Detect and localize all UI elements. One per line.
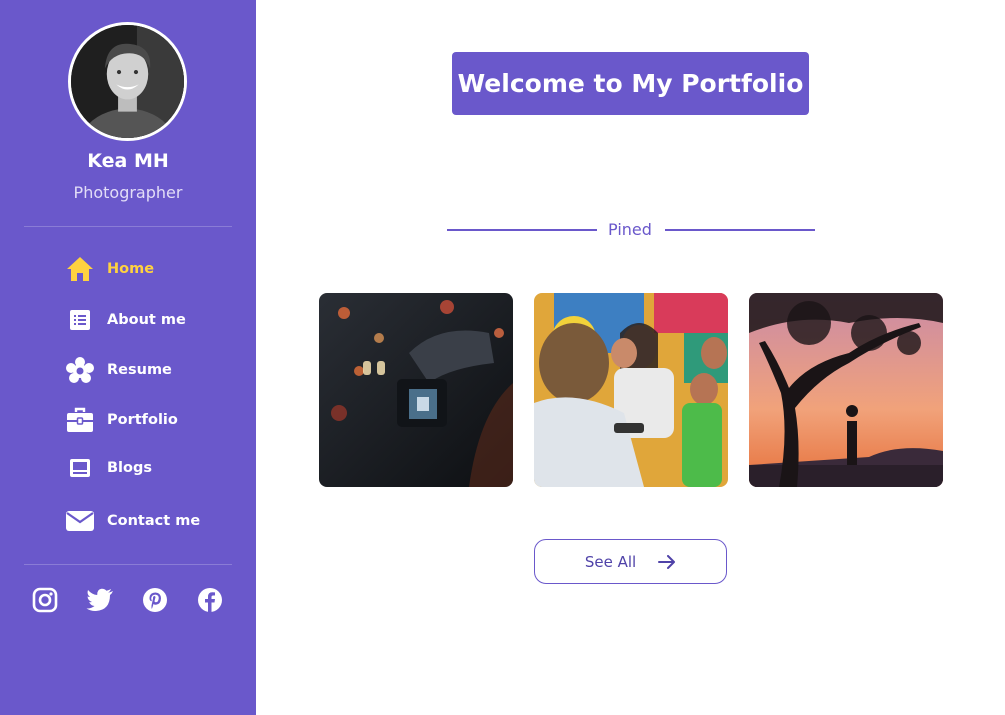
facebook-icon[interactable] [195, 585, 225, 615]
list-icon [64, 306, 96, 334]
camera-photo[interactable] [319, 293, 513, 487]
sidebar-item-portfolio[interactable]: Portfolio [64, 405, 178, 435]
see-all-button[interactable]: See All [534, 539, 727, 584]
home-icon [64, 255, 96, 283]
see-all-label: See All [584, 552, 637, 571]
twitter-icon[interactable] [85, 585, 115, 615]
sidebar: Kea MH Photographer Home About me Resume [0, 0, 256, 715]
sidebar-divider [24, 226, 232, 227]
sunset-tree-photo[interactable] [749, 293, 943, 487]
profile-name: Kea MH [87, 150, 169, 172]
sidebar-item-label: About me [107, 312, 186, 328]
instagram-icon[interactable] [30, 585, 60, 615]
sidebar-item-blogs[interactable]: Blogs [64, 453, 152, 483]
avatar[interactable] [68, 22, 187, 141]
avatar-photo [71, 25, 184, 138]
sidebar-item-label: Resume [107, 362, 172, 378]
envelope-icon [64, 507, 96, 535]
sidebar-item-contact-me[interactable]: Contact me [64, 506, 200, 536]
pinterest-icon[interactable] [140, 585, 170, 615]
resume-icon [64, 356, 96, 384]
profile-role: Photographer [73, 183, 183, 202]
arrow-right-icon [658, 554, 676, 569]
sidebar-divider [24, 564, 232, 565]
sidebar-item-label: Portfolio [107, 412, 178, 428]
briefcase-icon [64, 406, 96, 434]
section-divider-left [447, 229, 597, 231]
sidebar-item-label: Home [107, 261, 155, 277]
sidebar-item-about-me[interactable]: About me [64, 305, 186, 335]
pinned-section-label: Pined [608, 220, 652, 239]
section-divider-right [665, 229, 815, 231]
sidebar-item-home[interactable]: Home [64, 254, 154, 284]
blogs-icon [64, 454, 96, 482]
page-title: Welcome to My Portfolio [452, 52, 809, 115]
sidebar-item-resume[interactable]: Resume [64, 355, 172, 385]
sidebar-item-label: Blogs [107, 460, 152, 476]
family-photo[interactable] [534, 293, 728, 487]
sidebar-item-label: Contact me [107, 513, 201, 529]
